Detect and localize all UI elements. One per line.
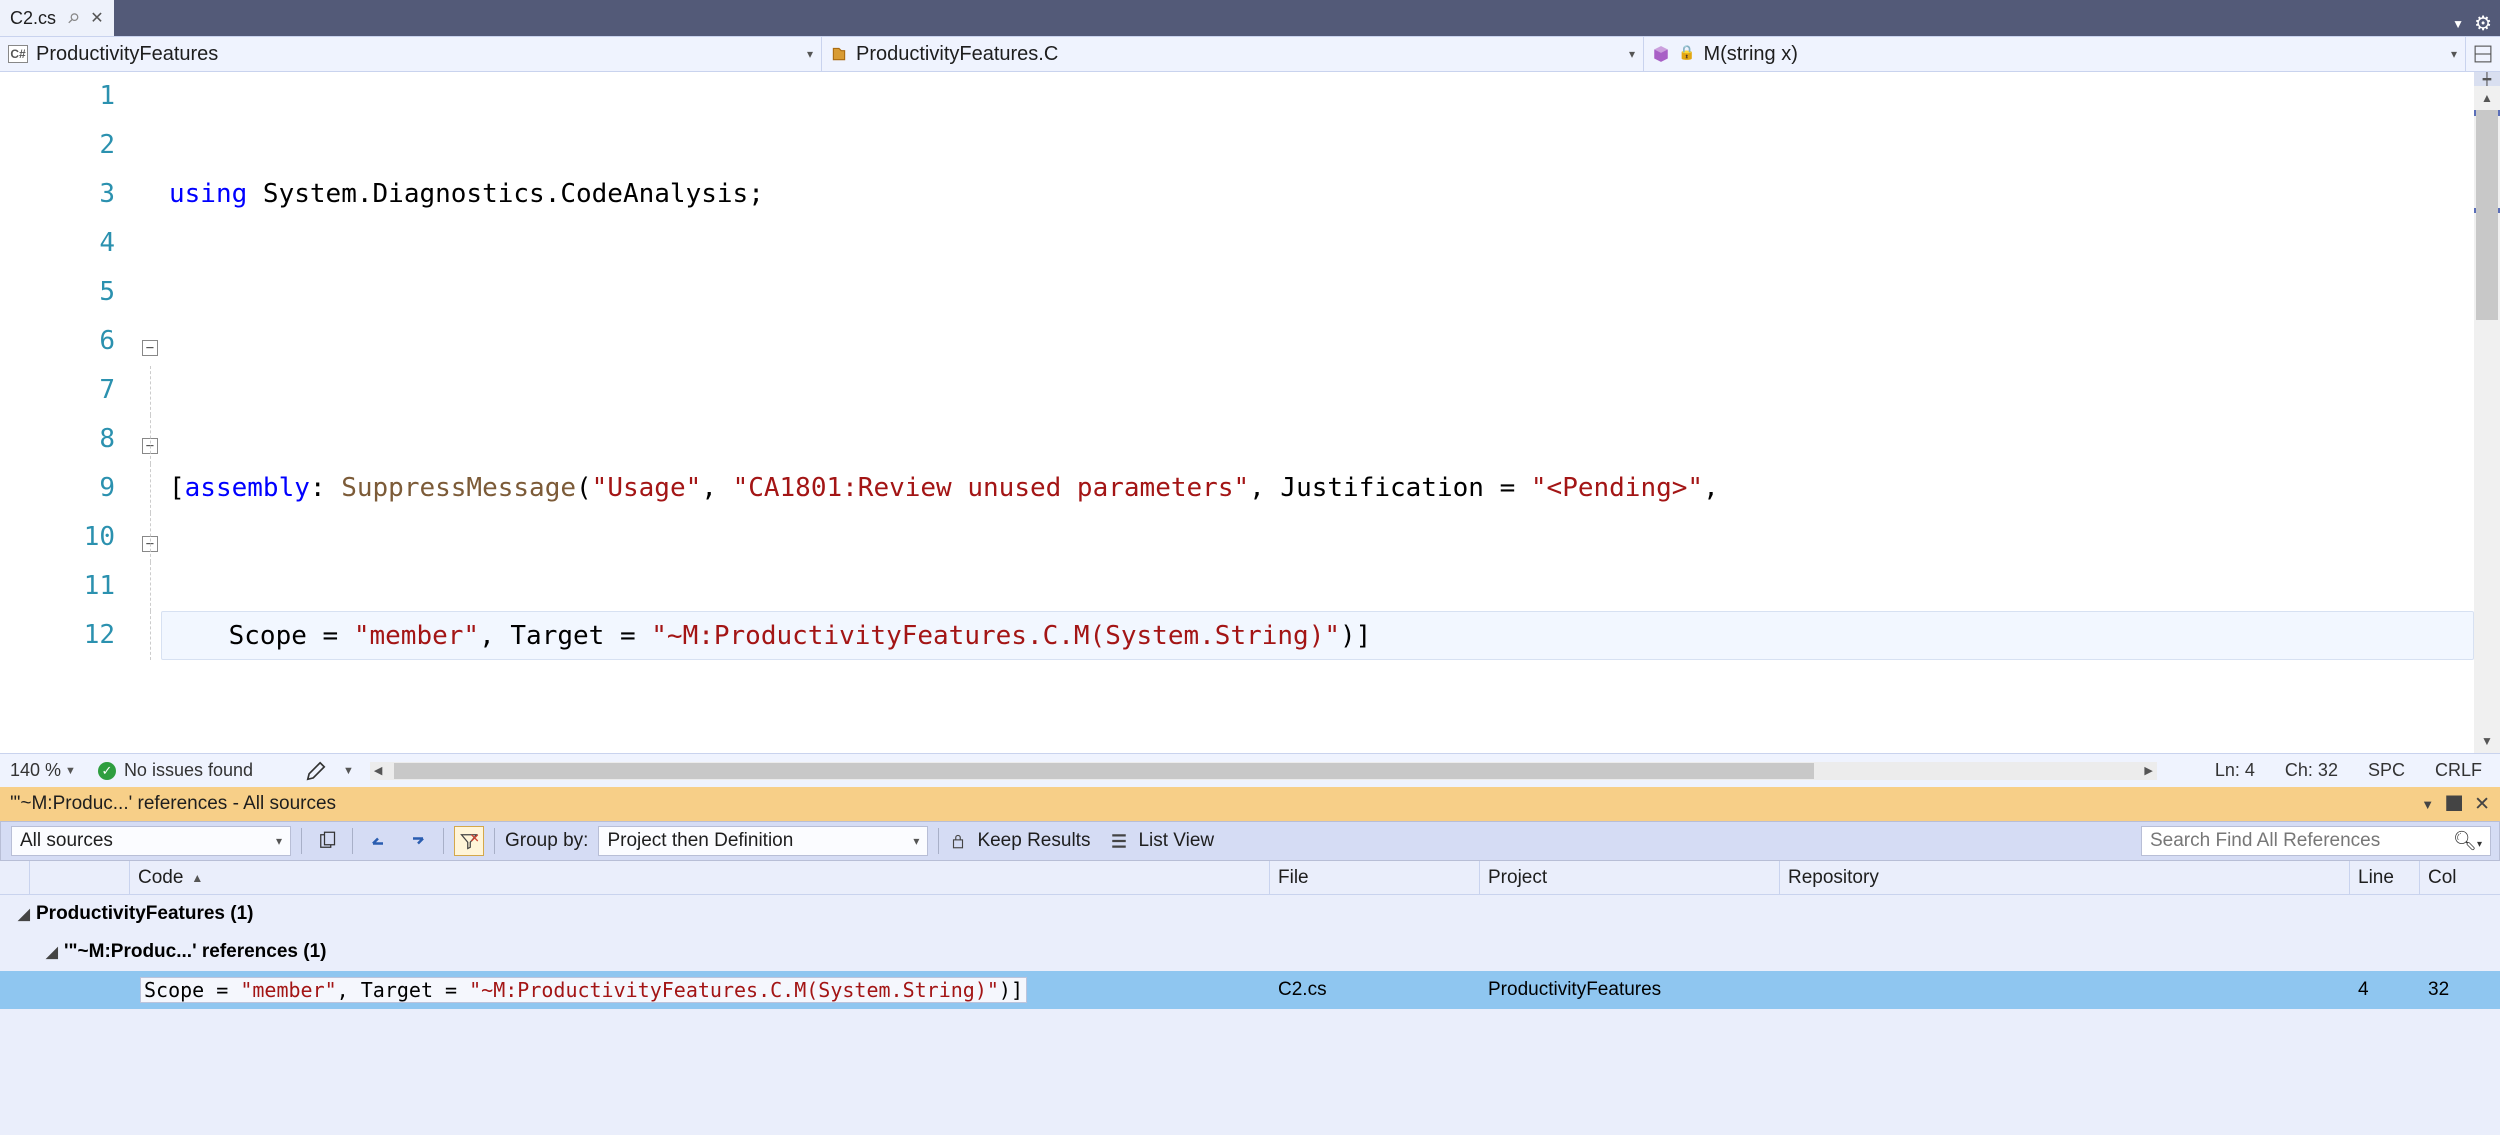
list-icon: [1110, 832, 1128, 850]
chevron-down-icon[interactable]: ▼: [2452, 17, 2464, 31]
clear-filters-button[interactable]: [454, 826, 484, 856]
method-icon: [1652, 45, 1670, 63]
vertical-scrollbar[interactable]: ▲ ▼: [2474, 86, 2500, 753]
scroll-up-icon[interactable]: ▲: [2474, 86, 2500, 110]
search-references-input[interactable]: Search Find All References 🔍︎▾: [2141, 826, 2491, 856]
editor-split-handle[interactable]: ┿: [2474, 72, 2500, 86]
previous-button[interactable]: [363, 826, 393, 856]
close-icon[interactable]: ✕: [2474, 793, 2490, 816]
result-group-definition[interactable]: ◢'"~M:Produc...' references (1): [0, 933, 2500, 971]
group-by-dropdown[interactable]: Project then Definition ▾: [598, 826, 928, 856]
code-navigation-bar: C# ProductivityFeatures ▾ ProductivityFe…: [0, 36, 2500, 72]
class-icon: [830, 45, 848, 63]
check-icon: ✓: [98, 762, 116, 780]
code-editor[interactable]: 123456789101112 − − − using System.Diagn…: [0, 72, 2500, 753]
nav-scope-class-label: ProductivityFeatures.C: [856, 43, 1058, 66]
fold-toggle[interactable]: −: [142, 536, 158, 552]
list-view-label: List View: [1138, 830, 1214, 852]
pen-icon[interactable]: [305, 760, 327, 782]
pin-icon[interactable]: ⬛︎: [2446, 795, 2462, 813]
code-content[interactable]: using System.Diagnostics.CodeAnalysis; […: [165, 72, 2474, 753]
column-header-repository[interactable]: Repository: [1780, 861, 2350, 894]
split-editor-button[interactable]: [2466, 37, 2500, 71]
find-references-toolbar: All sources ▾ Group by: Project then Def…: [0, 821, 2500, 861]
results-grid-header: Code▲ File Project Repository Line Col: [0, 861, 2500, 895]
chevron-down-icon: ▾: [2451, 47, 2457, 61]
column-header-col[interactable]: Col: [2420, 861, 2500, 894]
csharp-file-icon: C#: [8, 45, 28, 63]
horizontal-scrollbar[interactable]: [370, 762, 2157, 780]
indent-mode[interactable]: SPC: [2368, 760, 2405, 781]
column-header-file[interactable]: File: [1270, 861, 1480, 894]
column-header-code[interactable]: Code▲: [130, 861, 1270, 894]
scroll-down-icon[interactable]: ▼: [2474, 729, 2500, 753]
nav-scope-member-label: M(string x): [1703, 43, 1797, 66]
lock-icon: 🔒: [1678, 44, 1695, 61]
collapse-icon[interactable]: ◢: [44, 943, 60, 961]
source-filter-label: All sources: [20, 830, 113, 852]
keep-results-button[interactable]: Keep Results: [939, 822, 1100, 860]
result-group-project[interactable]: ◢ProductivityFeatures (1): [0, 895, 2500, 933]
column-header-project[interactable]: Project: [1480, 861, 1780, 894]
pin-icon[interactable]: ⚲: [64, 8, 83, 27]
nav-scope-member[interactable]: 🔒 M(string x) ▾: [1644, 37, 2466, 71]
nav-scope-project[interactable]: C# ProductivityFeatures ▾: [0, 37, 822, 71]
line-ending-mode[interactable]: CRLF: [2435, 760, 2482, 781]
source-filter-dropdown[interactable]: All sources ▾: [11, 826, 291, 856]
scrollbar-thumb[interactable]: [394, 763, 1814, 779]
panel-title: '"~M:Produc...' references - All sources: [10, 793, 336, 815]
chevron-down-icon: ▾: [807, 47, 813, 61]
file-tab-active[interactable]: C2.cs ⚲ ✕: [0, 0, 114, 36]
result-project: ProductivityFeatures: [1480, 971, 1780, 1009]
column-header-line[interactable]: Line: [2350, 861, 2420, 894]
cursor-char: Ch: 32: [2285, 760, 2338, 781]
editor-status-bar: 140 %▼ ✓ No issues found ▼ Ln: 4 Ch: 32 …: [0, 753, 2500, 787]
nav-scope-class[interactable]: ProductivityFeatures.C ▾: [822, 37, 1644, 71]
fold-toggle[interactable]: −: [142, 438, 158, 454]
chevron-down-icon: ▾: [276, 834, 282, 848]
issues-text: No issues found: [124, 760, 253, 781]
fold-toggle[interactable]: −: [142, 340, 158, 356]
document-tab-strip: C2.cs ⚲ ✕ ▼ ⚙: [0, 0, 2500, 36]
keep-results-label: Keep Results: [977, 830, 1090, 852]
gear-icon[interactable]: ⚙: [2474, 11, 2492, 36]
chevron-down-icon: ▾: [913, 834, 919, 848]
search-icon[interactable]: 🔍︎▾: [2453, 829, 2482, 853]
nav-scope-project-label: ProductivityFeatures: [36, 43, 218, 66]
zoom-level[interactable]: 140 %▼: [0, 760, 86, 781]
cursor-line: Ln: 4: [2215, 760, 2255, 781]
chevron-down-icon[interactable]: ▼: [2421, 797, 2434, 812]
tab-filename: C2.cs: [10, 8, 56, 29]
next-button[interactable]: [403, 826, 433, 856]
collapse-icon[interactable]: ◢: [16, 905, 32, 923]
find-references-panel-header: '"~M:Produc...' references - All sources…: [0, 787, 2500, 821]
list-view-button[interactable]: List View: [1100, 822, 1224, 860]
split-icon: [2474, 45, 2492, 63]
result-line: 4: [2350, 971, 2420, 1009]
copy-button[interactable]: [312, 826, 342, 856]
group-by-label: Group by:: [505, 830, 588, 852]
line-number-gutter: 123456789101112: [0, 72, 135, 753]
result-row-selected[interactable]: Scope = "member", Target = "~M:Productiv…: [0, 971, 2500, 1009]
search-placeholder: Search Find All References: [2150, 830, 2380, 852]
group-by-value: Project then Definition: [607, 830, 793, 852]
issues-indicator[interactable]: ✓ No issues found: [86, 760, 265, 781]
results-grid: ◢ProductivityFeatures (1) ◢'"~M:Produc..…: [0, 895, 2500, 1135]
result-file: C2.cs: [1270, 971, 1480, 1009]
scrollbar-thumb[interactable]: [2476, 110, 2498, 320]
result-col: 32: [2420, 971, 2500, 1009]
close-icon[interactable]: ✕: [90, 8, 103, 28]
chevron-down-icon: ▾: [1629, 47, 1635, 61]
lock-icon: [949, 832, 967, 850]
